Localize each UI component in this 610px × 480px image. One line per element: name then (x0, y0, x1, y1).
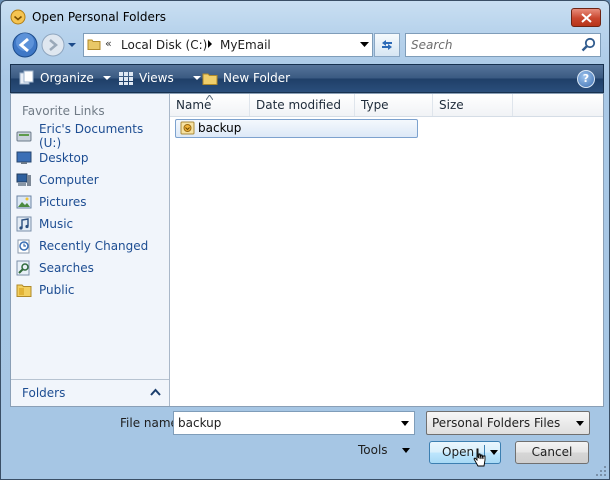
refresh-icon (382, 40, 392, 50)
sidebar-item-label: Eric's Documents (U:) (38, 122, 144, 150)
organize-dropdown-icon (102, 76, 111, 80)
new-folder-button[interactable]: New Folder (202, 70, 290, 86)
back-button[interactable] (12, 32, 38, 58)
sidebar-item-label: Desktop (39, 151, 89, 165)
file-type-dropdown-icon[interactable] (576, 421, 584, 426)
forward-button[interactable] (41, 33, 65, 57)
sidebar-item-searches[interactable]: Searches (16, 259, 94, 277)
column-type-label: Type (361, 98, 389, 112)
cancel-button[interactable]: Cancel (515, 441, 589, 464)
sidebar-item-label: Recently Changed (39, 239, 149, 253)
new-folder-icon (202, 73, 218, 85)
tools-dropdown-icon (401, 447, 410, 453)
column-header-name[interactable]: Name (170, 94, 250, 116)
file-list-pane[interactable]: Name Date modified Type Size backup (170, 94, 603, 406)
browser-area: Favorite Links Eric's Documents (U:) Des… (10, 93, 604, 407)
organize-button[interactable]: Organize (19, 70, 111, 86)
recent-icon (17, 239, 30, 254)
views-button[interactable]: Views (118, 70, 201, 86)
sidebar-item-public[interactable]: Public (16, 281, 75, 299)
sort-ascending-icon (206, 95, 213, 100)
column-date-label: Date modified (256, 98, 342, 112)
views-label: Views (139, 71, 174, 85)
file-name-dropdown-icon[interactable] (401, 421, 409, 426)
tools-menu-button[interactable]: Tools (358, 443, 410, 457)
search-icon[interactable] (581, 37, 596, 52)
sidebar-item-label: Pictures (39, 195, 87, 209)
file-name-input[interactable]: backup (178, 416, 221, 430)
recent-pages-dropdown[interactable] (67, 41, 77, 49)
pictures-icon (16, 195, 32, 209)
folders-toggle[interactable]: Folders (11, 379, 169, 406)
searches-icon (16, 260, 30, 276)
folder-icon (87, 39, 101, 50)
mouse-cursor-icon (473, 448, 486, 467)
breadcrumb-local-disk[interactable]: Local Disk (C:) (121, 38, 207, 52)
sidebar-item-recently-changed[interactable]: Recently Changed (16, 237, 148, 255)
open-dropdown-icon[interactable] (490, 450, 498, 455)
column-header-row: Name Date modified Type Size (170, 94, 603, 117)
pst-file-icon (180, 121, 195, 135)
address-bar[interactable]: « Local Disk (C:) MyEmail (83, 33, 373, 57)
resize-grip-icon[interactable] (595, 465, 607, 477)
open-label: Open (442, 445, 475, 459)
documents-icon (16, 131, 32, 142)
sidebar-item-label: Searches (39, 261, 94, 275)
help-button[interactable]: ? (577, 70, 595, 88)
close-button[interactable] (571, 8, 601, 27)
views-icon (119, 72, 133, 85)
open-button[interactable]: Open (429, 441, 501, 464)
search-input[interactable]: Search (411, 38, 453, 52)
file-row-backup[interactable]: backup (175, 119, 418, 138)
window-title: Open Personal Folders (32, 10, 167, 24)
file-type-select[interactable]: Personal Folders Files (426, 411, 590, 435)
organize-label: Organize (40, 71, 94, 85)
file-type-value: Personal Folders Files (432, 416, 561, 430)
column-header-type[interactable]: Type (355, 94, 433, 116)
desktop-icon (16, 151, 32, 164)
sidebar-item-erics-documents[interactable]: Eric's Documents (U:) (16, 122, 169, 150)
sidebar-item-label: Public (39, 283, 75, 297)
breadcrumb-separator-icon[interactable] (207, 40, 213, 48)
cancel-label: Cancel (531, 445, 573, 459)
views-dropdown-icon (192, 76, 201, 80)
column-size-label: Size (439, 98, 464, 112)
breadcrumb-myemail[interactable]: MyEmail (220, 38, 271, 52)
file-name-combobox[interactable]: backup (173, 411, 415, 435)
close-icon (580, 12, 592, 23)
favorite-links-header: Favorite Links (22, 104, 105, 118)
organize-icon (19, 70, 34, 85)
new-folder-label: New Folder (223, 71, 291, 85)
refresh-button[interactable] (374, 33, 400, 57)
search-box[interactable]: Search (405, 33, 601, 57)
column-header-size[interactable]: Size (433, 94, 513, 116)
address-dropdown-icon[interactable] (360, 42, 369, 48)
outlook-icon (10, 9, 26, 25)
open-dialog-window: Open Personal Folders « Local Disk (C:) … (0, 0, 610, 480)
address-overflow-chevron[interactable]: « (105, 37, 112, 50)
public-folder-icon (16, 284, 32, 297)
column-header-date-modified[interactable]: Date modified (250, 94, 355, 116)
file-name-label: backup (198, 121, 242, 135)
computer-icon (16, 173, 31, 186)
sidebar-item-label: Music (39, 217, 74, 231)
folders-label: Folders (22, 386, 66, 400)
navigation-pane: Favorite Links Eric's Documents (U:) Des… (11, 94, 170, 406)
command-toolbar: Organize Views New Folder ? (10, 64, 604, 93)
chevron-up-icon[interactable] (150, 388, 161, 396)
sidebar-item-desktop[interactable]: Desktop (16, 149, 89, 167)
sidebar-item-label: Computer (39, 173, 99, 187)
tools-label: Tools (358, 443, 388, 457)
music-icon (16, 216, 32, 232)
sidebar-item-music[interactable]: Music (16, 215, 73, 233)
title-bar[interactable]: Open Personal Folders (1, 1, 609, 31)
sidebar-item-pictures[interactable]: Pictures (16, 193, 87, 211)
sidebar-item-computer[interactable]: Computer (16, 171, 99, 189)
column-name-label: Name (176, 98, 212, 112)
